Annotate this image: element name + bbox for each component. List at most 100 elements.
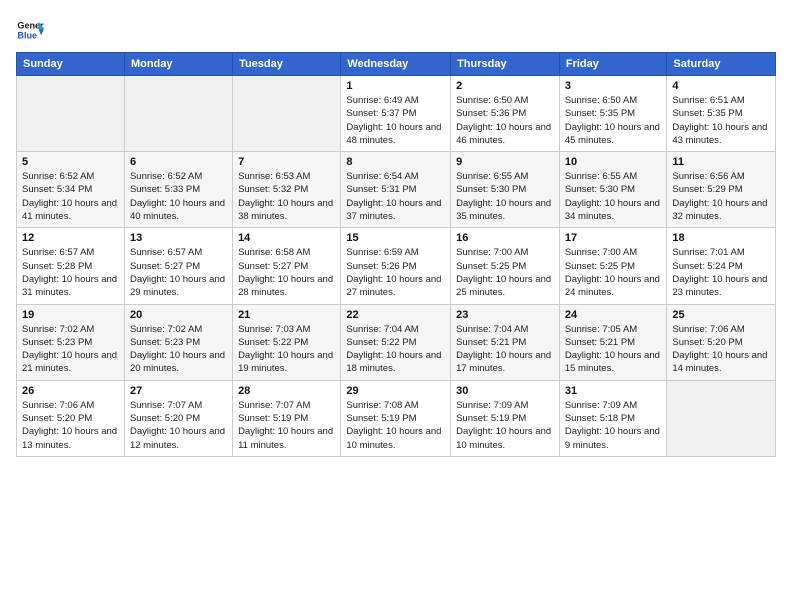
day-info-line: Daylight: 10 hours and 48 minutes. — [346, 121, 445, 148]
day-info-line: Sunrise: 7:06 AM — [672, 323, 770, 336]
day-number: 7 — [238, 156, 335, 168]
day-info-line: Sunset: 5:34 PM — [22, 183, 119, 196]
day-info-line: Sunrise: 6:52 AM — [22, 170, 119, 183]
day-info-line: Sunset: 5:30 PM — [456, 183, 554, 196]
day-info-line: Sunset: 5:23 PM — [130, 336, 227, 349]
day-info-line: Daylight: 10 hours and 28 minutes. — [238, 273, 335, 300]
day-cell: 20 Sunrise: 7:02 AMSunset: 5:23 PMDayligh… — [124, 304, 232, 380]
day-info-line: Sunset: 5:32 PM — [238, 183, 335, 196]
day-info-line: Sunset: 5:19 PM — [346, 412, 445, 425]
header-tuesday: Tuesday — [233, 53, 341, 76]
day-cell: 27Sunrise: 7:07 AMSunset: 5:20 PMDayligh… — [124, 380, 232, 456]
day-cell: 12Sunrise: 6:57 AMSunset: 5:28 PMDayligh… — [17, 228, 125, 304]
day-info-line: Sunrise: 7:06 AM — [22, 399, 119, 412]
day-cell: 14Sunrise: 6:58 AMSunset: 5:27 PMDayligh… — [233, 228, 341, 304]
day-info-line: Sunrise: 7:00 AM — [456, 246, 554, 259]
day-info-line: Daylight: 10 hours and 40 minutes. — [130, 197, 227, 224]
day-info-line: Sunset: 5:20 PM — [130, 412, 227, 425]
day-info-line: Sunrise: 6:57 AM — [130, 246, 227, 259]
day-number: 21 — [238, 309, 335, 321]
day-info-line: Daylight: 10 hours and 23 minutes. — [672, 273, 770, 300]
logo: General Blue — [16, 16, 48, 44]
day-info-line: Sunrise: 7:01 AM — [672, 246, 770, 259]
day-info-line: Daylight: 10 hours and 14 minutes. — [672, 349, 770, 376]
day-number: 10 — [565, 156, 662, 168]
day-cell: 19Sunrise: 7:02 AMSunset: 5:23 PMDayligh… — [17, 304, 125, 380]
day-info-line: Daylight: 10 hours and 9 minutes. — [565, 425, 662, 452]
day-cell: 1Sunrise: 6:49 AMSunset: 5:37 PMDaylight… — [341, 76, 451, 152]
day-number: 26 — [22, 385, 119, 397]
day-number: 22 — [346, 309, 445, 321]
day-cell: 16Sunrise: 7:00 AMSunset: 5:25 PMDayligh… — [451, 228, 560, 304]
day-info-line: Sunrise: 6:51 AM — [672, 94, 770, 107]
day-cell: 22Sunrise: 7:04 AMSunset: 5:22 PMDayligh… — [341, 304, 451, 380]
day-cell — [233, 76, 341, 152]
day-info-line: Daylight: 10 hours and 41 minutes. — [22, 197, 119, 224]
header-monday: Monday — [124, 53, 232, 76]
header-sunday: Sunday — [17, 53, 125, 76]
day-info-line: Sunset: 5:26 PM — [346, 260, 445, 273]
day-info-line: Sunset: 5:35 PM — [672, 107, 770, 120]
day-number: 27 — [130, 385, 227, 397]
day-info-line: Sunrise: 6:56 AM — [672, 170, 770, 183]
day-info-line: Daylight: 10 hours and 19 minutes. — [238, 349, 335, 376]
day-info-line: Sunset: 5:22 PM — [346, 336, 445, 349]
day-number: 8 — [346, 156, 445, 168]
day-info-line: Sunset: 5:33 PM — [130, 183, 227, 196]
day-info-line: Sunset: 5:25 PM — [456, 260, 554, 273]
day-number: 11 — [672, 156, 770, 168]
logo-icon: General Blue — [16, 16, 44, 44]
day-info-line: Daylight: 10 hours and 24 minutes. — [565, 273, 662, 300]
page-header: General Blue — [16, 16, 776, 44]
day-number: 4 — [672, 80, 770, 92]
day-number: 3 — [565, 80, 662, 92]
day-cell: 9Sunrise: 6:55 AMSunset: 5:30 PMDaylight… — [451, 152, 560, 228]
week-row-3: 12Sunrise: 6:57 AMSunset: 5:28 PMDayligh… — [17, 228, 776, 304]
day-info-line: Sunrise: 6:59 AM — [346, 246, 445, 259]
day-cell: 31Sunrise: 7:09 AMSunset: 5:18 PMDayligh… — [559, 380, 667, 456]
day-info-line: Sunrise: 7:03 AM — [238, 323, 335, 336]
day-info-line: Sunset: 5:21 PM — [456, 336, 554, 349]
day-cell: 18Sunrise: 7:01 AMSunset: 5:24 PMDayligh… — [667, 228, 776, 304]
day-info-line: Sunset: 5:18 PM — [565, 412, 662, 425]
day-cell: 21Sunrise: 7:03 AMSunset: 5:22 PMDayligh… — [233, 304, 341, 380]
day-info-line: Daylight: 10 hours and 25 minutes. — [456, 273, 554, 300]
day-info-line: Sunset: 5:21 PM — [565, 336, 662, 349]
day-number: 23 — [456, 309, 554, 321]
week-row-1: 1Sunrise: 6:49 AMSunset: 5:37 PMDaylight… — [17, 76, 776, 152]
day-info-line: Daylight: 10 hours and 10 minutes. — [346, 425, 445, 452]
day-cell — [17, 76, 125, 152]
day-info-line: Sunrise: 6:57 AM — [22, 246, 119, 259]
day-cell: 6Sunrise: 6:52 AMSunset: 5:33 PMDaylight… — [124, 152, 232, 228]
day-info-line: Sunrise: 6:49 AM — [346, 94, 445, 107]
day-info-line: Sunrise: 7:02 AM — [130, 323, 227, 336]
calendar-body: 1Sunrise: 6:49 AMSunset: 5:37 PMDaylight… — [17, 76, 776, 457]
day-info-line: Daylight: 10 hours and 20 minutes. — [130, 349, 227, 376]
day-cell: 17Sunrise: 7:00 AMSunset: 5:25 PMDayligh… — [559, 228, 667, 304]
svg-text:Blue: Blue — [17, 30, 37, 40]
calendar-table: SundayMondayTuesdayWednesdayThursdayFrid… — [16, 52, 776, 457]
day-cell: 10Sunrise: 6:55 AMSunset: 5:30 PMDayligh… — [559, 152, 667, 228]
day-cell: 3Sunrise: 6:50 AMSunset: 5:35 PMDaylight… — [559, 76, 667, 152]
day-cell — [667, 380, 776, 456]
day-number: 19 — [22, 309, 119, 321]
day-cell: 8Sunrise: 6:54 AMSunset: 5:31 PMDaylight… — [341, 152, 451, 228]
day-info-line: Sunrise: 7:09 AM — [456, 399, 554, 412]
day-cell: 23Sunrise: 7:04 AMSunset: 5:21 PMDayligh… — [451, 304, 560, 380]
day-info-line: Sunrise: 6:50 AM — [565, 94, 662, 107]
day-info-line: Daylight: 10 hours and 27 minutes. — [346, 273, 445, 300]
day-number: 5 — [22, 156, 119, 168]
day-info-line: Daylight: 10 hours and 15 minutes. — [565, 349, 662, 376]
day-cell: 30Sunrise: 7:09 AMSunset: 5:19 PMDayligh… — [451, 380, 560, 456]
day-number: 31 — [565, 385, 662, 397]
header-saturday: Saturday — [667, 53, 776, 76]
day-cell: 4Sunrise: 6:51 AMSunset: 5:35 PMDaylight… — [667, 76, 776, 152]
day-cell: 29Sunrise: 7:08 AMSunset: 5:19 PMDayligh… — [341, 380, 451, 456]
day-info-line: Sunset: 5:27 PM — [238, 260, 335, 273]
day-info-line: Sunset: 5:23 PM — [22, 336, 119, 349]
day-info-line: Sunrise: 6:55 AM — [565, 170, 662, 183]
day-info-line: Sunset: 5:31 PM — [346, 183, 445, 196]
week-row-4: 19Sunrise: 7:02 AMSunset: 5:23 PMDayligh… — [17, 304, 776, 380]
day-number: 6 — [130, 156, 227, 168]
day-number: 20 — [130, 309, 227, 321]
